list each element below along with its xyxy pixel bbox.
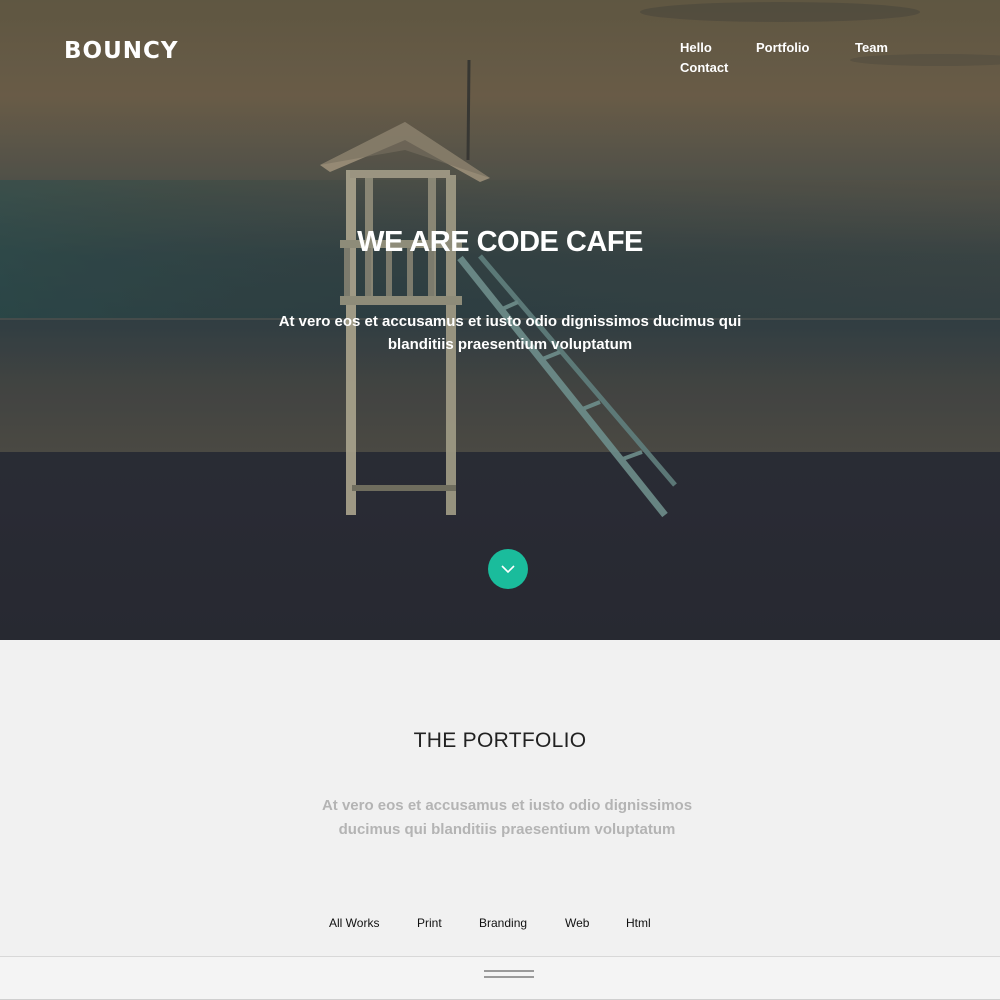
portfolio-section: THE PORTFOLIO At vero eos et accusamus e… [0,640,1000,1000]
scroll-down-button[interactable] [488,549,528,589]
hero-title: WE ARE CODE CAFE [357,226,643,258]
portfolio-subtitle: At vero eos et accusamus et iusto odio d… [321,797,693,838]
nav-item-hello[interactable]: Hello [680,40,712,55]
portfolio-grid-bar [0,956,1000,1000]
portfolio-filters: All Works Print Branding Web Html [0,916,1000,932]
nav-item-contact[interactable]: Contact [680,60,728,75]
hero-section: BOUNCY Hello Portfolio Team Contact WE A… [0,0,1000,640]
nav-item-team[interactable]: Team [855,40,888,55]
hero-subtitle: At vero eos et accusamus et iusto odio d… [278,313,742,353]
drag-handle-icon[interactable] [484,970,534,982]
filter-print[interactable]: Print [417,916,442,930]
filter-html[interactable]: Html [626,916,651,930]
nav-item-portfolio[interactable]: Portfolio [756,40,809,55]
filter-branding[interactable]: Branding [479,916,527,930]
filter-all-works[interactable]: All Works [329,916,379,930]
portfolio-title: THE PORTFOLIO [413,729,587,752]
chevron-down-icon [501,565,515,574]
site-logo[interactable]: BOUNCY [64,38,179,64]
filter-web[interactable]: Web [565,916,589,930]
